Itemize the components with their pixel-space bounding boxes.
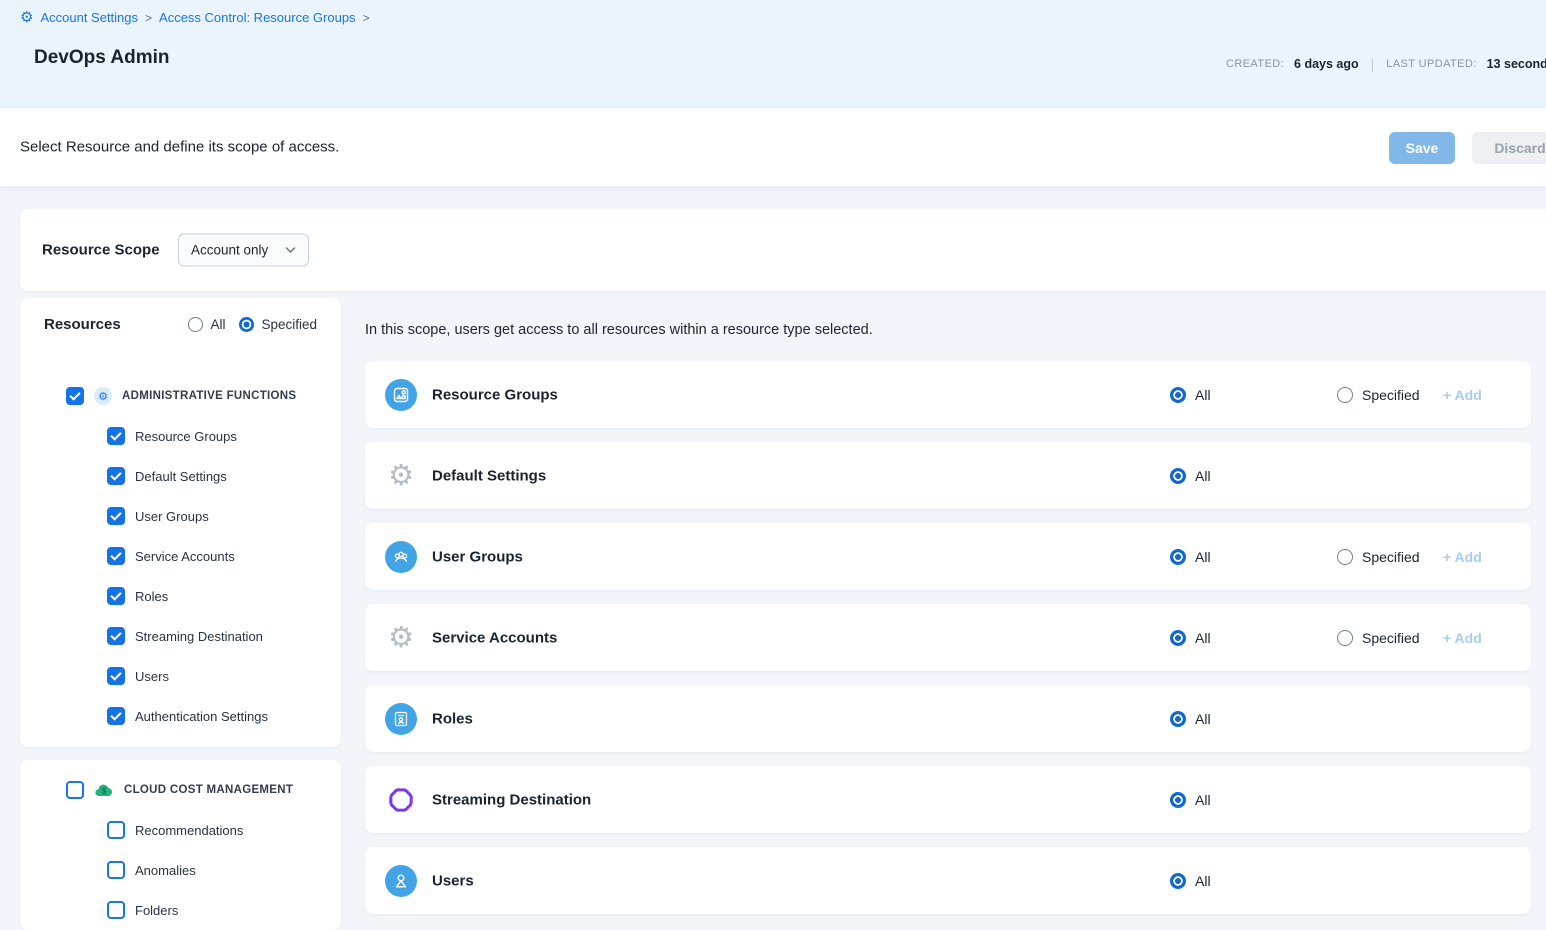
group-admin-functions: ⚙ ADMINISTRATIVE FUNCTIONS	[66, 387, 296, 405]
resource-row-resource-groups: Resource Groups All Specified + Add	[365, 361, 1531, 428]
list-item: Service Accounts	[107, 547, 235, 565]
save-button[interactable]: Save	[1389, 132, 1455, 164]
list-item: Authentication Settings	[107, 707, 268, 725]
specified-radio[interactable]	[1337, 387, 1353, 403]
breadcrumb-access-control[interactable]: Access Control: Resource Groups	[159, 10, 356, 25]
admin-functions-gear-icon: ⚙	[94, 387, 112, 405]
list-item: User Groups	[107, 507, 209, 525]
specified-radio[interactable]	[1337, 630, 1353, 646]
list-item: Folders	[107, 901, 178, 919]
gear-icon: ⚙	[20, 10, 33, 25]
list-item: Resource Groups	[107, 427, 237, 445]
breadcrumb-account-settings[interactable]: Account Settings	[40, 10, 138, 25]
resource-row-user-groups: User Groups All Specified + Add	[365, 523, 1531, 590]
list-item: Default Settings	[107, 467, 227, 485]
resources-all-radio[interactable]	[188, 317, 203, 332]
list-item: Streaming Destination	[107, 627, 263, 645]
svg-text:$: $	[101, 786, 106, 796]
group-label: CLOUD COST MANAGEMENT	[124, 784, 293, 796]
resource-row-streaming-destination: Streaming Destination All	[365, 766, 1531, 833]
chevron-down-icon	[285, 247, 296, 254]
resources-panel: Resources All Specified ⚙ ADMINISTRATIVE…	[20, 298, 341, 747]
discard-button[interactable]: Discard	[1472, 132, 1546, 164]
specified-radio[interactable]	[1337, 549, 1353, 565]
meta-divider: |	[1369, 56, 1377, 72]
cloud-cost-checkbox[interactable]	[66, 781, 84, 799]
scope-info-text: In this scope, users get access to all r…	[365, 322, 873, 338]
action-toolbar: Select Resource and define its scope of …	[0, 108, 1546, 186]
roles-checkbox[interactable]	[107, 587, 125, 605]
created-label: CREATED:	[1226, 58, 1284, 70]
breadcrumb-separator: >	[363, 11, 370, 25]
resource-scope-dropdown[interactable]: Account only	[178, 234, 309, 267]
resource-scope-card: Resource Scope Account only	[20, 209, 1546, 291]
users-checkbox[interactable]	[107, 667, 125, 685]
authentication-settings-checkbox[interactable]	[107, 707, 125, 725]
streaming-destination-checkbox[interactable]	[107, 627, 125, 645]
add-button[interactable]: + Add	[1443, 630, 1482, 646]
list-item: Users	[107, 667, 169, 685]
resources-all-label: All	[210, 317, 225, 332]
created-value: 6 days ago	[1294, 57, 1359, 71]
last-updated-label: LAST UPDATED:	[1386, 58, 1476, 70]
add-button[interactable]: + Add	[1443, 549, 1482, 565]
resources-specified-label: Specified	[261, 317, 317, 332]
toolbar-instruction: Select Resource and define its scope of …	[20, 139, 339, 156]
service-accounts-checkbox[interactable]	[107, 547, 125, 565]
resources-title: Resources	[44, 316, 121, 333]
resource-scope-label: Resource Scope	[42, 242, 160, 259]
breadcrumb: ⚙ Account Settings > Access Control: Res…	[20, 10, 370, 25]
page-title: DevOps Admin	[34, 47, 170, 69]
all-radio[interactable]	[1170, 387, 1186, 403]
resource-row-default-settings: ⚙ Default Settings All	[365, 442, 1531, 509]
all-radio[interactable]	[1170, 792, 1186, 808]
breadcrumb-separator: >	[145, 11, 152, 25]
user-groups-icon	[385, 541, 417, 573]
admin-functions-checkbox[interactable]	[66, 387, 84, 405]
roles-icon	[385, 703, 417, 735]
all-radio[interactable]	[1170, 549, 1186, 565]
add-button[interactable]: + Add	[1443, 387, 1482, 403]
list-item: Recommendations	[107, 821, 243, 839]
list-item: Roles	[107, 587, 168, 605]
all-radio[interactable]	[1170, 873, 1186, 889]
resource-groups-icon	[385, 379, 417, 411]
meta-info: CREATED: 6 days ago | LAST UPDATED: 13 s…	[1226, 56, 1546, 72]
resource-row-users: Users All	[365, 847, 1531, 914]
user-groups-checkbox[interactable]	[107, 507, 125, 525]
folders-checkbox[interactable]	[107, 901, 125, 919]
cloud-dollar-icon: $	[94, 782, 114, 798]
all-radio[interactable]	[1170, 468, 1186, 484]
resource-scope-value: Account only	[191, 243, 268, 258]
all-radio[interactable]	[1170, 711, 1186, 727]
resource-groups-checkbox[interactable]	[107, 427, 125, 445]
default-settings-checkbox[interactable]	[107, 467, 125, 485]
group-label: ADMINISTRATIVE FUNCTIONS	[122, 390, 296, 402]
app-header: ⚙ Account Settings > Access Control: Res…	[0, 0, 1546, 108]
resources-specified-radio[interactable]	[239, 317, 254, 332]
cloud-cost-panel: $ CLOUD COST MANAGEMENT Recommendations …	[20, 760, 341, 930]
group-cloud-cost: $ CLOUD COST MANAGEMENT	[66, 781, 293, 799]
streaming-destination-icon	[385, 784, 417, 816]
all-radio[interactable]	[1170, 630, 1186, 646]
resource-row-roles: Roles All	[365, 685, 1531, 752]
settings-gear-icon: ⚙	[385, 460, 417, 492]
list-item: Anomalies	[107, 861, 196, 879]
settings-gear-icon: ⚙	[385, 622, 417, 654]
users-icon	[385, 865, 417, 897]
resource-row-service-accounts: ⚙ Service Accounts All Specified + Add	[365, 604, 1531, 671]
last-updated-value: 13 seconds ago	[1487, 57, 1546, 71]
anomalies-checkbox[interactable]	[107, 861, 125, 879]
recommendations-checkbox[interactable]	[107, 821, 125, 839]
